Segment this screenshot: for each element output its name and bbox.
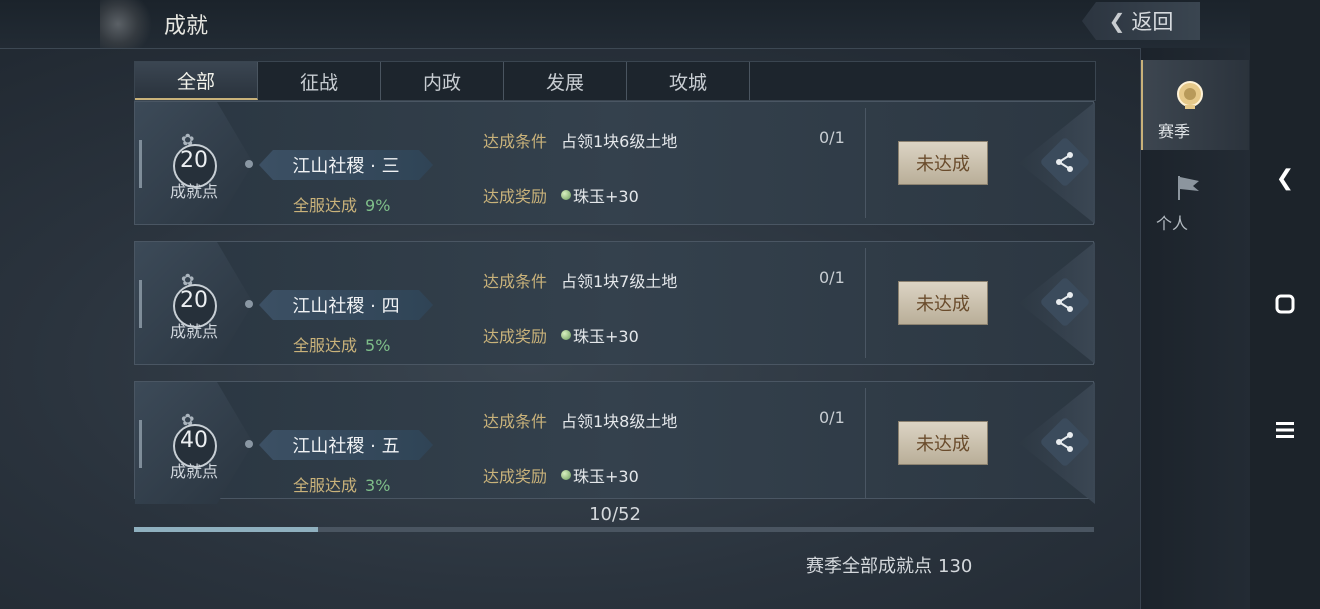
achievement-name: 江山社稷 · 五 xyxy=(259,430,433,460)
back-arrow-icon: ❮ xyxy=(1108,9,1126,33)
home-square-icon[interactable] xyxy=(1272,291,1298,317)
reward-label: 达成奖励 xyxy=(483,467,548,486)
side-tab-personal[interactable]: 个人 xyxy=(1141,152,1247,242)
top-bar: 成就 ❮ 返回 xyxy=(0,0,1250,49)
share-icon xyxy=(1056,432,1073,452)
card-stripe xyxy=(139,280,142,328)
status-button[interactable]: 未达成 xyxy=(898,281,988,325)
achievement-name: 江山社稷 · 四 xyxy=(259,290,433,320)
status-button[interactable]: 未达成 xyxy=(898,141,988,185)
points-label: 成就点 xyxy=(169,462,218,481)
server-rate-value: 9% xyxy=(365,196,391,215)
points-label: 成就点 xyxy=(169,182,218,201)
page-title: 成就 xyxy=(164,14,209,39)
side-tab-panel: 赛季 个人 xyxy=(1140,48,1251,609)
server-rate-label: 全服达成 xyxy=(293,336,358,355)
jade-gem-icon xyxy=(561,330,571,340)
achievement-card: ✿ 40 成就点 江山社稷 · 五 全服达成 3% 达成条件 占领1块8级土地 0… xyxy=(134,381,1095,504)
share-icon xyxy=(1056,152,1073,172)
reward-label: 达成奖励 xyxy=(483,187,548,206)
condition-text: 占领1块8级土地 xyxy=(561,412,678,431)
achievement-card: ✿ 20 成就点 江山社稷 · 四 全服达成 5% 达成条件 占领1块7级土地 0… xyxy=(134,241,1095,365)
card-divider xyxy=(865,388,866,498)
side-tab-season[interactable]: 赛季 xyxy=(1141,60,1249,150)
jade-gem-icon xyxy=(561,190,571,200)
condition-text: 占领1块7级土地 xyxy=(561,272,678,291)
achievement-points: 20 xyxy=(180,288,208,313)
season-total-value: 130 xyxy=(938,556,973,577)
side-tab-label: 个人 xyxy=(1155,214,1188,233)
achievement-card: ✿ 20 成就点 江山社稷 · 三 全服达成 9% 达成条件 占领1块6级土地 0… xyxy=(134,101,1095,225)
tab-development[interactable]: 发展 xyxy=(504,62,627,100)
back-chevron-icon[interactable]: ❮ xyxy=(1272,165,1298,191)
status-button[interactable]: 未达成 xyxy=(898,421,988,465)
card-divider xyxy=(865,108,866,218)
progress-count: 0/1 xyxy=(819,408,845,427)
achievement-name: 江山社稷 · 三 xyxy=(259,150,433,180)
share-icon xyxy=(1056,292,1073,312)
reward-value: 珠玉+30 xyxy=(573,187,639,206)
card-stripe xyxy=(139,140,142,188)
server-rate: 全服达成 9% xyxy=(293,192,390,216)
personal-flag-icon xyxy=(1178,176,1199,200)
card-stripe xyxy=(139,420,142,468)
reward-text: 珠玉+30 xyxy=(561,323,639,347)
condition-text: 占领1块6级土地 xyxy=(561,132,678,151)
name-dot xyxy=(245,160,253,168)
tab-campaign[interactable]: 征战 xyxy=(258,62,381,100)
reward-label: 达成奖励 xyxy=(483,327,548,346)
server-rate-label: 全服达成 xyxy=(293,476,358,495)
condition-label: 达成条件 xyxy=(483,132,548,151)
points-label: 成就点 xyxy=(169,322,218,341)
season-medal-icon xyxy=(1177,81,1203,109)
progress-count: 0/1 xyxy=(819,268,845,287)
side-tab-label: 赛季 xyxy=(1157,122,1190,141)
reward-text: 珠玉+30 xyxy=(561,183,639,207)
reward-value: 珠玉+30 xyxy=(573,327,639,346)
condition-label: 达成条件 xyxy=(483,412,548,431)
back-button[interactable]: ❮ 返回 xyxy=(1082,2,1200,40)
server-rate: 全服达成 3% xyxy=(293,472,390,496)
tab-domestic[interactable]: 内政 xyxy=(381,62,504,100)
dragon-emblem-icon xyxy=(100,0,160,48)
name-dot xyxy=(245,300,253,308)
achievement-points: 40 xyxy=(180,428,208,453)
achievement-points: 20 xyxy=(180,148,208,173)
system-nav-bar: ❮ xyxy=(1250,0,1320,609)
season-total-points: 赛季全部成就点 130 xyxy=(806,552,972,578)
reward-value: 珠玉+30 xyxy=(573,467,639,486)
server-rate-value: 5% xyxy=(365,336,391,355)
reward-text: 珠玉+30 xyxy=(561,463,639,487)
condition-label: 达成条件 xyxy=(483,272,548,291)
progress-count: 0/1 xyxy=(819,128,845,147)
card-divider xyxy=(865,248,866,358)
server-rate-value: 3% xyxy=(365,476,391,495)
server-rate-label: 全服达成 xyxy=(293,196,358,215)
page-indicator: 10/52 xyxy=(589,504,641,525)
tab-siege[interactable]: 攻城 xyxy=(627,62,750,100)
menu-lines-icon[interactable] xyxy=(1272,417,1298,443)
jade-gem-icon xyxy=(561,470,571,480)
server-rate: 全服达成 5% xyxy=(293,332,390,356)
page-scrollbar-thumb[interactable] xyxy=(134,527,319,532)
season-total-label: 赛季全部成就点 xyxy=(806,556,932,577)
back-label: 返回 xyxy=(1131,10,1174,34)
category-tabs: 全部 征战 内政 发展 攻城 xyxy=(134,61,1096,101)
tab-all[interactable]: 全部 xyxy=(135,62,258,100)
page-scrollbar[interactable] xyxy=(134,527,1094,532)
name-dot xyxy=(245,440,253,448)
